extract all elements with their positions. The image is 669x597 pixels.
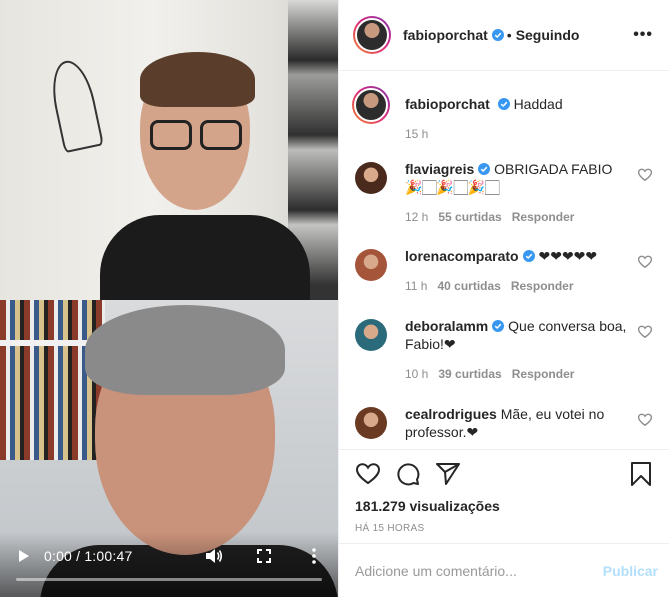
more-options-button[interactable]: ••• xyxy=(633,26,653,44)
host-person xyxy=(100,40,310,315)
verified-icon xyxy=(491,29,504,41)
avatar xyxy=(354,88,388,122)
story-ring[interactable] xyxy=(353,16,391,54)
heart-icon[interactable] xyxy=(355,461,381,487)
caption-time: 15 h xyxy=(405,127,429,141)
avatar xyxy=(355,18,389,52)
reply-button[interactable]: Responder xyxy=(512,210,575,224)
avatar[interactable] xyxy=(355,407,387,439)
comment-input[interactable] xyxy=(355,562,603,579)
comment-username[interactable]: flaviagreis xyxy=(405,161,474,177)
verified-icon xyxy=(492,320,505,332)
caption: fabioporchat Haddad 15 h xyxy=(352,86,654,143)
comment-likes[interactable]: 40 curtidas xyxy=(437,279,500,293)
wall-lamp xyxy=(46,56,104,154)
avatar[interactable] xyxy=(355,249,387,281)
volume-icon[interactable] xyxy=(204,546,224,566)
video-time: 0:00 / 1:00:47 xyxy=(44,548,133,564)
caption-username[interactable]: fabioporchat xyxy=(405,96,490,112)
comment-container: flaviagreis OBRIGADA FABIO 🎉🏻🎉🏻🎉🏻 12 h 55 … xyxy=(355,160,654,441)
video-player[interactable]: 0:00 / 1:00:47 xyxy=(0,0,338,597)
video-progress-bar[interactable] xyxy=(16,578,322,581)
comment-item: deboralamm Que conversa boa, Fabio!❤ 10 h… xyxy=(355,317,654,383)
header-username[interactable]: fabioporchat xyxy=(403,27,488,43)
comment-like-icon[interactable] xyxy=(638,255,652,269)
comment-time: 12 h xyxy=(405,210,429,224)
comment-item: flaviagreis OBRIGADA FABIO 🎉🏻🎉🏻🎉🏻 12 h 55 … xyxy=(355,160,654,226)
avatar[interactable] xyxy=(355,319,387,351)
comment-item: cealrodrigues Mãe, eu votei no professor… xyxy=(355,405,654,441)
video-feed-top xyxy=(0,0,338,315)
share-icon[interactable] xyxy=(435,461,461,487)
comment-like-icon[interactable] xyxy=(638,413,652,427)
comment-like-icon[interactable] xyxy=(638,325,652,339)
comment-item: lorenacomparato ❤❤❤❤❤ 11 h 40 curtidas Resp… xyxy=(355,247,654,295)
play-icon[interactable] xyxy=(14,546,34,566)
caption-text: Haddad xyxy=(513,96,563,112)
bookmark-icon[interactable] xyxy=(628,461,654,487)
comment-username[interactable]: cealrodrigues xyxy=(405,406,497,422)
header-separator: • xyxy=(506,27,512,43)
comment-username[interactable]: deboralamm xyxy=(405,318,488,334)
avatar[interactable] xyxy=(355,162,387,194)
verified-icon xyxy=(497,98,510,110)
comment-like-icon[interactable] xyxy=(638,168,652,182)
publish-button[interactable]: Publicar xyxy=(603,563,658,579)
view-count[interactable]: 181.279 visualizações xyxy=(355,498,654,514)
post-header: fabioporchat • Seguindo ••• xyxy=(339,0,669,71)
verified-icon xyxy=(522,250,535,262)
add-comment-bar: Publicar xyxy=(339,543,669,597)
comment-likes[interactable]: 39 curtidas xyxy=(438,367,501,381)
post-panel: fabioporchat • Seguindo ••• fabioporchat xyxy=(338,0,669,597)
comments-list[interactable]: fabioporchat Haddad 15 h flaviagreis OBR… xyxy=(339,71,669,448)
comment-username[interactable]: lorenacomparato xyxy=(405,248,519,264)
reply-button[interactable]: Responder xyxy=(512,367,575,381)
caption-avatar-ring[interactable] xyxy=(352,86,390,124)
post-timestamp: HÁ 15 HORAS xyxy=(355,523,425,534)
post-actions: 181.279 visualizações HÁ 15 HORAS xyxy=(339,449,669,534)
more-vert-icon[interactable] xyxy=(304,546,324,566)
comment-likes[interactable]: 55 curtidas xyxy=(438,210,501,224)
video-controls: 0:00 / 1:00:47 xyxy=(0,532,338,597)
comment-time: 10 h xyxy=(405,367,429,381)
reply-button[interactable]: Responder xyxy=(511,279,574,293)
comment-text: ❤❤❤❤❤ xyxy=(538,248,598,264)
verified-icon xyxy=(478,163,491,175)
bookshelf xyxy=(0,300,105,460)
following-button[interactable]: Seguindo xyxy=(516,27,580,43)
comment-icon[interactable] xyxy=(395,461,421,487)
fullscreen-icon[interactable] xyxy=(254,546,274,566)
comment-time: 11 h xyxy=(405,279,428,293)
